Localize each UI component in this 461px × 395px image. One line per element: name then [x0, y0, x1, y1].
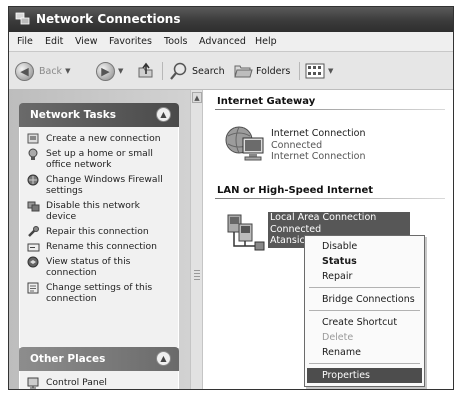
task-label: Disable this network device	[46, 200, 140, 222]
menu-advanced[interactable]: Advanced	[199, 36, 246, 47]
other-places-title: Other Places	[30, 353, 106, 365]
search-icon	[170, 62, 187, 80]
group-divider	[215, 109, 445, 110]
group-internet-gateway-header: Internet Gateway	[217, 96, 316, 107]
back-label: Back	[39, 65, 63, 77]
up-folder-icon	[138, 62, 153, 78]
task-label: Rename this connection	[46, 241, 157, 252]
network-tasks-body: Create a new connection Set up a home or…	[19, 127, 179, 348]
search-button[interactable]: Search	[169, 61, 225, 81]
ctx-disable[interactable]: Disable	[307, 239, 422, 254]
task-disable-device[interactable]: Disable this network device	[26, 200, 172, 222]
task-label: Set up a home or small office network	[46, 148, 153, 170]
views-button[interactable]: ▼	[305, 61, 333, 81]
task-label: Change Windows Firewall settings	[46, 174, 163, 196]
forward-dropdown-icon: ▼	[118, 67, 124, 75]
ctx-status[interactable]: Status	[307, 254, 422, 269]
menu-view[interactable]: View	[75, 36, 98, 47]
task-pane: Network Tasks ▲ Create a new connection …	[9, 90, 190, 389]
task-firewall-settings[interactable]: Change Windows Firewall settings	[26, 174, 172, 196]
folders-label: Folders	[256, 65, 291, 77]
search-label: Search	[192, 65, 225, 77]
menu-tools[interactable]: Tools	[164, 36, 187, 47]
ctx-properties[interactable]: Properties	[307, 368, 422, 383]
up-folder-button[interactable]	[137, 61, 155, 81]
home-network-icon	[28, 148, 38, 160]
network-connections-icon	[15, 12, 30, 25]
views-icon	[305, 63, 325, 79]
control-panel-icon	[27, 377, 39, 389]
menu-favorites[interactable]: Favorites	[109, 36, 152, 47]
task-label: Create a new connection	[46, 133, 161, 144]
menu-file[interactable]: File	[17, 36, 33, 47]
collapse-chevron-icon[interactable]: ▲	[156, 351, 171, 366]
ctx-separator	[309, 287, 420, 288]
internet-connection-icon	[225, 126, 264, 161]
title-bar[interactable]: Network Connections	[9, 7, 453, 32]
ctx-delete: Delete	[322, 332, 354, 343]
new-connection-icon	[27, 133, 39, 144]
rename-icon	[27, 243, 40, 252]
task-view-status[interactable]: View status of this connection	[26, 256, 172, 278]
internet-connection-name: Internet Connection	[271, 128, 366, 139]
folders-button[interactable]: Folders	[233, 61, 290, 81]
settings-icon	[27, 282, 39, 294]
lan-connection-status: Connected	[270, 223, 322, 235]
folders-icon	[234, 65, 253, 78]
place-label: Control Panel	[46, 377, 107, 388]
disable-device-icon	[27, 201, 40, 212]
group-divider	[215, 198, 445, 199]
ctx-rename[interactable]: Rename	[307, 345, 422, 360]
task-rename-connection[interactable]: Rename this connection	[26, 241, 172, 252]
collapse-chevron-icon[interactable]: ▲	[156, 107, 171, 122]
back-dropdown-icon: ▼	[65, 67, 71, 75]
context-menu: Disable Status Repair Bridge Connections…	[304, 235, 425, 387]
task-home-network[interactable]: Set up a home or small office network	[26, 148, 172, 170]
network-tasks-title: Network Tasks	[30, 109, 117, 121]
ctx-repair[interactable]: Repair	[307, 269, 422, 284]
lan-connection-name: Local Area Connection	[270, 212, 377, 223]
menu-edit[interactable]: Edit	[45, 36, 63, 47]
scroll-up-arrow-icon[interactable]: ▲	[192, 92, 202, 103]
task-repair-connection[interactable]: Repair this connection	[26, 226, 172, 237]
back-button[interactable]: ◀ Back ▼	[15, 61, 70, 81]
forward-arrow-icon: ▶	[96, 61, 115, 81]
back-arrow-icon: ◀	[15, 61, 34, 81]
splitter-grip-icon[interactable]	[194, 270, 200, 280]
other-places-body: Control Panel	[19, 371, 179, 389]
other-places-panel: Other Places ▲ Control Panel	[19, 347, 179, 389]
ctx-separator	[309, 363, 420, 364]
task-label: Change settings of this connection	[46, 282, 153, 304]
internet-connection-status: Connected	[271, 139, 323, 151]
task-create-connection[interactable]: Create a new connection	[26, 133, 172, 144]
ctx-bridge-connections[interactable]: Bridge Connections	[307, 292, 422, 307]
ctx-create-shortcut[interactable]: Create Shortcut	[307, 315, 422, 330]
task-label: View status of this connection	[46, 256, 131, 278]
task-label: Repair this connection	[46, 226, 149, 237]
views-dropdown-icon: ▼	[328, 67, 334, 75]
menu-help[interactable]: Help	[255, 36, 277, 47]
ctx-separator	[309, 310, 420, 311]
pane-scrollbar[interactable]: ▲	[190, 90, 203, 389]
network-tasks-header[interactable]: Network Tasks ▲	[19, 103, 179, 127]
window-title: Network Connections	[36, 12, 181, 26]
place-control-panel[interactable]: Control Panel	[26, 377, 172, 389]
task-change-settings[interactable]: Change settings of this connection	[26, 282, 172, 304]
toolbar: ◀ Back ▼ ▶ ▼ Search Folders ▼	[9, 52, 453, 90]
other-places-header[interactable]: Other Places ▲	[19, 347, 179, 371]
menu-bar: File Edit View Favorites Tools Advanced …	[9, 32, 453, 52]
firewall-icon	[27, 174, 39, 186]
network-tasks-panel: Network Tasks ▲ Create a new connection …	[19, 103, 179, 348]
lan-connection-icon	[227, 214, 265, 251]
repair-icon	[28, 226, 39, 237]
internet-connection-type: Internet Connection	[271, 151, 366, 162]
forward-button[interactable]: ▶ ▼	[96, 61, 123, 81]
status-icon	[27, 256, 39, 268]
group-lan-header: LAN or High-Speed Internet	[217, 185, 374, 196]
